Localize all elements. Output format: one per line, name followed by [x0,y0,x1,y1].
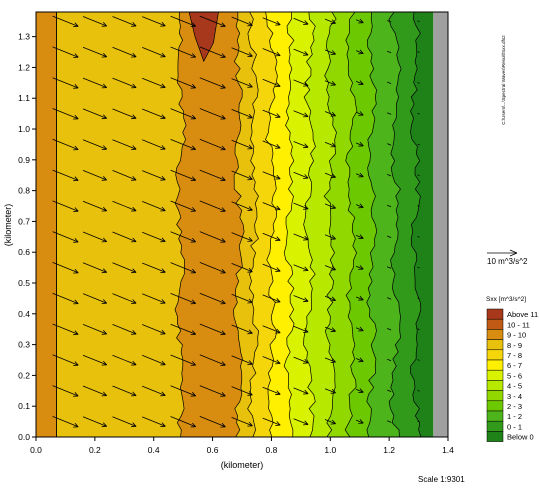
legend-title: Sxx [m^3/s^2] [486,296,526,303]
x-tick-label: 1.4 [442,445,454,455]
land-strip [433,12,448,437]
legend-swatch [486,420,504,432]
contour-band [36,12,57,437]
y-axis: 0.0 0.1 0.2 0.3 0.4 0.5 0.6 0.7 0.8 0.9 1.0 1.1 1.2 1… [18,32,36,442]
legend-label: 7 - 8 [507,351,522,360]
y-tick-label: 0.2 [18,370,30,380]
legend-label: 2 - 3 [507,402,522,411]
x-tick-label: 0.4 [148,445,160,455]
file-path-text: C:\Users\...\Spectral Waves\Result\Sxx.d… [501,35,506,125]
legend-label: 1 - 2 [507,412,522,421]
legend-swatch [486,400,504,412]
y-tick-label: 0.8 [18,186,30,196]
y-tick-label: 0.3 [18,340,30,350]
legend-label: 10 - 11 [507,320,530,329]
x-axis-label: (kilometer) [221,460,264,470]
y-tick-label: 0.1 [18,401,30,411]
legend-swatch [486,390,504,402]
legend-swatch [486,380,504,391]
contour-band [175,12,245,437]
legend-label: 8 - 9 [507,341,522,350]
y-axis-label: (kilometer) [3,204,13,247]
vector-scale-label: 10 m^3/s^2 [487,257,528,266]
x-tick-label: 0.0 [30,445,42,455]
legend-label: 0 - 1 [507,422,522,431]
chart: 0.0 0.2 0.4 0.6 0.8 1.0 1.2 1.4 0.0 0.1 0.2 0.3 0.4… [3,11,538,484]
legend-swatch [486,369,504,381]
legend-swatch [486,431,504,442]
legend-swatch [486,339,504,351]
legend-label: 9 - 10 [507,331,526,340]
legend-swatch [486,410,504,422]
x-tick-label: 1.2 [383,445,395,455]
legend-swatch [486,349,504,361]
legend-label: Above 11 [507,310,538,319]
y-tick-label: 1.0 [18,124,30,134]
x-tick-label: 0.2 [89,445,101,455]
legend-label: 6 - 7 [507,361,522,370]
x-tick-label: 1.0 [324,445,336,455]
y-tick-label: 0.5 [18,278,30,288]
legend-label: 5 - 6 [507,371,522,380]
x-tick-label: 0.8 [266,445,278,455]
scale-text: Scale 1:9301 [418,475,465,484]
legend: Sxx [m^3/s^2] Above 1110 - 11 9 - 108 - 9… [486,296,538,442]
y-tick-label: 0.0 [18,432,30,442]
y-tick-label: 0.4 [18,309,30,319]
legend-items: Above 1110 - 11 9 - 108 - 97 - 86 - 75 - … [486,308,538,442]
x-axis: 0.0 0.2 0.4 0.6 0.8 1.0 1.2 1.4 [30,437,454,455]
x-tick-label: 0.6 [207,445,219,455]
legend-label: 3 - 4 [507,392,522,401]
legend-label: 4 - 5 [507,382,522,391]
vector-scale-key: 10 m^3/s^2 [487,249,528,266]
y-tick-label: 1.3 [18,32,30,42]
legend-swatch [486,308,504,320]
y-tick-label: 0.6 [18,247,30,257]
y-tick-label: 0.7 [18,216,30,226]
legend-swatch [486,329,504,340]
legend-label: Below 0 [507,433,534,442]
legend-swatch [486,359,504,371]
y-tick-label: 0.9 [18,155,30,165]
plot-area [36,12,448,437]
y-tick-label: 1.1 [18,93,30,103]
y-tick-label: 1.2 [18,62,30,72]
legend-swatch [486,318,504,330]
contour-band [56,12,187,437]
